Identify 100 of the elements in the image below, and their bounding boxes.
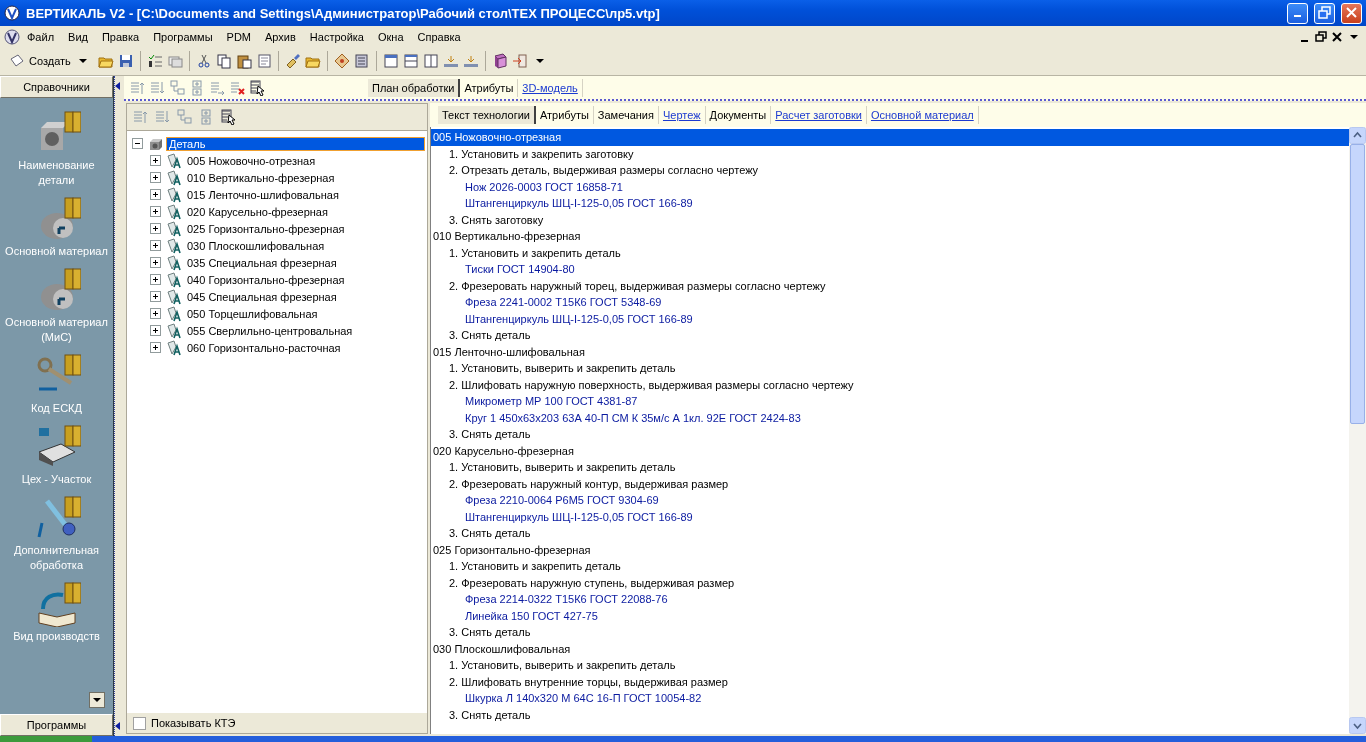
tree-item[interactable]: 005 Ножовочно-отрезная	[184, 153, 319, 168]
tool-line[interactable]: Штангенциркуль ШЦ-I-125-0,05 ГОСТ 166-89	[431, 310, 1349, 327]
tree-item[interactable]: 010 Вертикально-фрезерная	[184, 170, 338, 185]
tree-item[interactable]: 015 Ленточно-шлифовальная	[184, 187, 342, 202]
expand-toggle[interactable]	[150, 291, 161, 302]
step-line[interactable]: 3. Снять деталь	[431, 426, 1349, 443]
menu-item[interactable]: PDM	[219, 30, 258, 43]
scroll-down-button[interactable]	[89, 692, 105, 708]
expand-toggle[interactable]	[150, 308, 161, 319]
menu-item[interactable]: Правка	[94, 30, 147, 43]
tab[interactable]: Замечания	[593, 106, 659, 124]
tab[interactable]: Текст технологии	[438, 106, 536, 124]
tool-line[interactable]: Микрометр МР 100 ГОСТ 4381-87	[431, 393, 1349, 410]
tab[interactable]: Атрибуты	[535, 106, 594, 124]
tree-item[interactable]: 055 Сверлильно-центровальная	[184, 323, 356, 338]
window-icon[interactable]	[402, 53, 419, 69]
tree-item[interactable]: 025 Горизонтально-фрезерная	[184, 221, 348, 236]
sidebar-header[interactable]: Справочники	[0, 76, 113, 98]
menu-item[interactable]: Вид	[61, 30, 95, 43]
select-icon[interactable]	[250, 79, 266, 96]
menu-item[interactable]: Файл	[20, 30, 62, 43]
expand-toggle[interactable]	[150, 274, 161, 285]
link[interactable]: 3D-модель	[518, 78, 583, 97]
save-icon[interactable]	[117, 53, 134, 69]
paste-icon[interactable]	[235, 53, 252, 69]
link[interactable]: Расчет заготовки	[771, 106, 867, 124]
tool-line[interactable]: Фреза 2241-0002 Т15К6 ГОСТ 5348-69	[431, 294, 1349, 311]
tree-item[interactable]: Деталь	[166, 136, 425, 151]
tool-line[interactable]: Штангенциркуль ШЦ-I-125-0,05 ГОСТ 166-89	[431, 508, 1349, 525]
operation-line[interactable]: 030 Плоскошлифовальная	[431, 640, 1349, 657]
step-line[interactable]: 1. Установить, выверить и закрепить деталь	[431, 657, 1349, 674]
window-icon[interactable]	[422, 53, 439, 69]
step-line[interactable]: 2. Фрезеровать наружную ступень, выдерживая размер	[431, 574, 1349, 591]
step-line[interactable]: 2. Отрезать деталь, выдерживая размеры согласно чертежу	[431, 162, 1349, 179]
checkbox[interactable]	[133, 716, 146, 730]
tool-line[interactable]: Круг 1 450x63x203 63А 40-П СМ К 35м/с А 1кл. 92Е ГОСТ 2424-83	[431, 409, 1349, 426]
tree-item[interactable]: 060 Горизонтально-расточная	[184, 340, 344, 355]
expand-toggle[interactable]	[150, 189, 161, 200]
step-line[interactable]: 1. Установить, выверить и закрепить деталь	[431, 360, 1349, 377]
expand-toggle[interactable]	[150, 240, 161, 251]
operation-line[interactable]: 025 Горизонтально-фрезерная	[431, 541, 1349, 558]
tree-item[interactable]: 040 Горизонтально-фрезерная	[184, 272, 348, 287]
scrollbar-thumb[interactable]	[1350, 144, 1365, 424]
delete-icon[interactable]	[230, 79, 246, 96]
restore-icon[interactable]	[1314, 28, 1330, 45]
step-line[interactable]: 3. Снять деталь	[431, 624, 1349, 641]
step-line[interactable]: 3. Снять деталь	[431, 525, 1349, 542]
operation-line[interactable]: 015 Ленточно-шлифовальная	[431, 343, 1349, 360]
tree-item[interactable]: 035 Специальная фрезерная	[184, 255, 340, 270]
step-line[interactable]: 3. Снять деталь	[431, 327, 1349, 344]
tool-line[interactable]: Тиски ГОСТ 14904-80	[431, 261, 1349, 278]
menu-item[interactable]: Настройка	[302, 30, 371, 43]
tree-item[interactable]: 045 Специальная фрезерная	[184, 289, 340, 304]
step-line[interactable]: 3. Снять заготовку	[431, 211, 1349, 228]
collapse-toggle[interactable]	[132, 138, 143, 149]
expand-toggle[interactable]	[150, 342, 161, 353]
tool-line[interactable]: Нож 2026-0003 ГОСТ 16858-71	[431, 178, 1349, 195]
create-button[interactable]: Создать	[6, 50, 94, 72]
tab[interactable]: План обработки	[368, 78, 461, 97]
tool-line[interactable]: Фреза 2214-0322 Т15К6 ГОСТ 22088-76	[431, 591, 1349, 608]
tool-line[interactable]: Шкурка Л 140x320 М 64С 16-П ГОСТ 10054-82	[431, 690, 1349, 707]
tool-line[interactable]: Фреза 2210-0064 Р6М5 ГОСТ 9304-69	[431, 492, 1349, 509]
app-menu-icon[interactable]	[4, 28, 20, 45]
link[interactable]: Основной материал	[866, 106, 979, 124]
tool-line[interactable]: Линейка 150 ГОСТ 427-75	[431, 607, 1349, 624]
step-line[interactable]: 1. Установить и закрепить деталь	[431, 244, 1349, 261]
numbered-list-icon[interactable]	[146, 53, 163, 69]
menu-item[interactable]: Архив	[258, 30, 303, 43]
sidebar-footer[interactable]: Программы	[0, 714, 113, 736]
menu-item[interactable]: Окна	[371, 30, 411, 43]
tray-icon[interactable]	[462, 53, 479, 69]
diamond-icon[interactable]	[333, 53, 350, 69]
select-icon[interactable]	[221, 109, 237, 125]
checkbox-label[interactable]: Показывать КТЭ	[151, 717, 236, 729]
expand-toggle[interactable]	[150, 155, 161, 166]
expand-toggle[interactable]	[150, 172, 161, 183]
menu-item[interactable]: Программы	[146, 30, 220, 43]
step-line[interactable]: 1. Установить и закрепить заготовку	[431, 145, 1349, 162]
expand-toggle[interactable]	[150, 325, 161, 336]
link[interactable]: Чертеж	[658, 106, 706, 124]
cut-icon[interactable]	[195, 53, 212, 69]
menu-item[interactable]: Справка	[410, 30, 468, 43]
step-line[interactable]: 2. Фрезеровать наружный контур, выдерживая размер	[431, 475, 1349, 492]
tree-item[interactable]: 030 Плоскошлифовальная	[184, 238, 328, 253]
operation-line[interactable]: 010 Вертикально-фрезерная	[431, 228, 1349, 245]
start-button[interactable]	[0, 736, 92, 742]
step-line[interactable]: 3. Снять деталь	[431, 706, 1349, 723]
tool-line[interactable]: Штангенциркуль ШЦ-I-125-0,05 ГОСТ 166-89	[431, 195, 1349, 212]
expand-toggle[interactable]	[150, 206, 161, 217]
app-icon[interactable]	[4, 5, 20, 21]
window-icon[interactable]	[382, 53, 399, 69]
stack-icon[interactable]	[353, 53, 370, 69]
step-line[interactable]: 2. Шлифовать наружную поверхность, выдерживая размеры согласно чертежу	[431, 376, 1349, 393]
tree-item[interactable]: 020 Карусельно-фрезерная	[184, 204, 331, 219]
copy-icon[interactable]	[215, 53, 232, 69]
step-line[interactable]: 2. Фрезеровать наружный торец, выдерживая размеры согласно чертежу	[431, 277, 1349, 294]
tray-icon[interactable]	[442, 53, 459, 69]
tab[interactable]: Документы	[705, 106, 772, 124]
step-line[interactable]: 1. Установить, выверить и закрепить деталь	[431, 459, 1349, 476]
tree-item[interactable]: 050 Торцешлифовальная	[184, 306, 321, 321]
